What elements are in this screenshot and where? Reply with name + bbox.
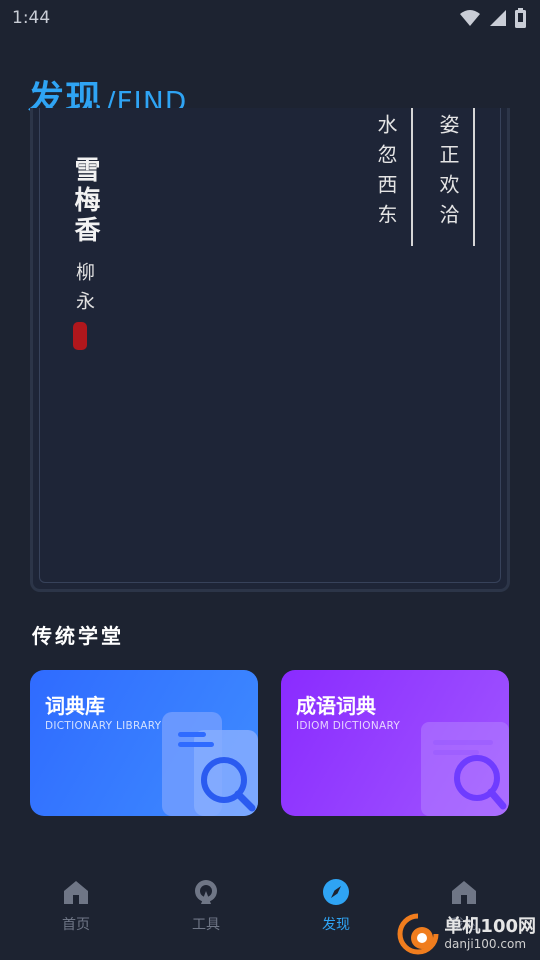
- compass-icon: [323, 879, 349, 905]
- tab-discover[interactable]: 发现: [296, 878, 376, 934]
- watermark-url: danji100.com: [444, 937, 527, 951]
- tab-label: 首页: [62, 917, 90, 933]
- card-title: 成语词典: [296, 694, 376, 718]
- seal-stamp-icon: [73, 322, 87, 350]
- dictionary-library-card[interactable]: 词典库 DICTIONARY LIBRARY: [30, 670, 258, 816]
- profile-icon: [452, 881, 476, 904]
- poem-lines: 姿正欢洽 水忽西东: [347, 108, 475, 246]
- home-icon: [64, 881, 88, 904]
- signal-icon: [490, 10, 506, 26]
- watermark-logo-icon: [397, 913, 439, 955]
- book-search-icon: [421, 722, 509, 816]
- card-subtitle: DICTIONARY LIBRARY: [45, 720, 162, 732]
- poem-line: 水忽西东: [374, 114, 398, 234]
- document-search-icon: [162, 712, 258, 816]
- poem-card[interactable]: 雪梅香 柳永 姿正欢洽 水忽西东: [30, 108, 510, 592]
- poem-line: 姿正欢洽: [411, 108, 475, 246]
- battery-icon: [515, 8, 526, 28]
- section-title: 传统学堂: [32, 624, 124, 648]
- status-time: 1:44: [12, 8, 51, 28]
- status-icons: [459, 8, 526, 28]
- watermark-name: 单机100网: [444, 916, 536, 937]
- tab-label: 工具: [192, 917, 220, 933]
- card-subtitle: IDIOM DICTIONARY: [296, 720, 401, 732]
- watermark-text: 单机100网 danji100.com: [444, 916, 536, 952]
- poem-title: 雪梅香: [70, 156, 100, 246]
- idiom-dictionary-card[interactable]: 成语词典 IDIOM DICTIONARY: [281, 670, 509, 816]
- tab-label: 发现: [322, 917, 350, 933]
- watermark: 单机100网 danji100.com: [396, 912, 536, 956]
- card-title: 词典库: [45, 694, 105, 718]
- tab-tools[interactable]: 工具: [166, 878, 246, 934]
- wifi-icon: [460, 10, 480, 26]
- status-bar: 1:44: [0, 0, 540, 36]
- tab-home[interactable]: 首页: [36, 878, 116, 934]
- tools-icon: [195, 880, 217, 904]
- poem-author: 柳永: [73, 262, 95, 320]
